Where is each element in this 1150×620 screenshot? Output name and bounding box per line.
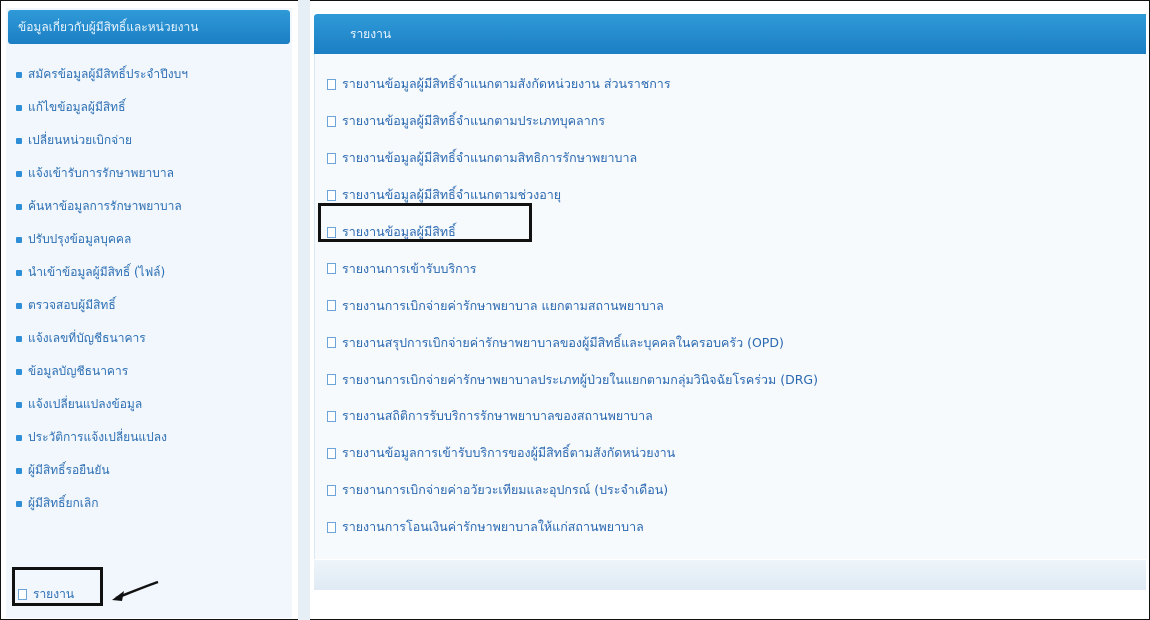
sidebar-item-label: แก้ไขข้อมูลผู้มีสิทธิ์ [28,100,126,114]
report-link[interactable]: รายงานการโอนเงินค่ารักษาพยาบาลให้แก่สถาน… [327,509,818,546]
document-icon [327,300,336,312]
report-link-label: รายงานการเบิกจ่ายค่ารักษาพยาบาลประเภทผู้… [342,371,818,387]
sidebar-item[interactable]: ผู้มีสิทธิ์รอยืนยัน [16,454,188,487]
report-link-label: รายงานการเบิกจ่ายค่ารักษาพยาบาล แยกตามสถ… [342,297,664,313]
sidebar-item[interactable]: ตรวจสอบผู้มีสิทธิ์ [16,289,188,322]
report-panel: รายงาน รายงานข้อมูลผู้มีสิทธิ์จำแนกตามสั… [314,8,1147,608]
sidebar-item-label: แจ้งเลขที่บัญชีธนาคาร [28,331,146,345]
sidebar-item-label: ปรับปรุงข้อมูลบุคคล [28,232,132,246]
bullet-icon [16,236,22,243]
report-panel-header: รายงาน [314,14,1146,54]
sidebar-item-label: สมัครข้อมูลผู้มีสิทธิ์ประจำปีงบฯ [28,67,188,81]
bullet-icon [16,401,22,408]
highlight-box-sidebar [12,567,103,606]
document-icon [327,410,336,422]
sidebar-item-label: แจ้งเข้ารับการรักษาพยาบาล [28,166,174,180]
report-panel-footer [314,560,1146,590]
report-link[interactable]: รายงานสถิติการรับบริการรักษาพยาบาลของสถา… [327,398,818,435]
sidebar-item-label: ตรวจสอบผู้มีสิทธิ์ [28,298,116,312]
pointer-arrow-icon [112,580,159,601]
document-icon [327,189,336,201]
bullet-icon [16,71,22,78]
report-link[interactable]: รายงานข้อมูลผู้มีสิทธิ์จำแนกตามสิทธิการร… [327,140,818,177]
sidebar-item-label: ผู้มีสิทธิ์ยกเลิก [28,496,99,510]
bullet-icon [16,434,22,441]
sidebar-item[interactable]: ค้นหาข้อมูลการรักษาพยาบาล [16,190,188,223]
document-icon [327,521,336,533]
bullet-icon [16,500,22,507]
sidebar-item[interactable]: แจ้งเปลี่ยนแปลงข้อมูล [16,388,188,421]
document-icon [327,115,336,127]
document-icon [327,263,336,275]
sidebar-item[interactable]: ปรับปรุงข้อมูลบุคคล [16,223,188,256]
bullet-icon [16,467,22,474]
report-link[interactable]: รายงานการเบิกจ่ายค่ารักษาพยาบาลประเภทผู้… [327,361,818,398]
sidebar-item[interactable]: ข้อมูลบัญชีธนาคาร [16,355,188,388]
bullet-icon [16,170,22,177]
sidebar-item-label: ข้อมูลบัญชีธนาคาร [28,364,129,378]
report-link-label: รายงานข้อมูลการเข้ารับบริการของผู้มีสิทธ… [342,445,676,461]
sidebar-item[interactable]: เปลี่ยนหน่วยเบิกจ่าย [16,124,188,157]
sidebar-item-label: แจ้งเปลี่ยนแปลงข้อมูล [28,397,143,411]
report-link[interactable]: รายงานการเบิกจ่ายค่าอวัยวะเทียมและอุปกรณ… [327,472,818,509]
sidebar-item[interactable]: แจ้งเลขที่บัญชีธนาคาร [16,322,188,355]
sidebar-item[interactable]: แก้ไขข้อมูลผู้มีสิทธิ์ [16,91,188,124]
report-link[interactable]: รายงานสรุปการเบิกจ่ายค่ารักษาพยาบาลของผู… [327,324,818,361]
report-link-label: รายงานข้อมูลผู้มีสิทธิ์จำแนกตามสังกัดหน่… [342,76,671,92]
bullet-icon [16,335,22,342]
sidebar-item-label: ค้นหาข้อมูลการรักษาพยาบาล [28,199,182,213]
document-icon [327,484,336,496]
report-link[interactable]: รายงานข้อมูลการเข้ารับบริการของผู้มีสิทธ… [327,435,818,472]
bullet-icon [16,203,22,210]
panel-separator [298,0,310,620]
document-icon [327,337,336,349]
sidebar-item-label: ประวัติการแจ้งเปลี่ยนแปลง [28,430,167,444]
sidebar-header: ข้อมูลเกี่ยวกับผู้มีสิทธิ์และหน่วยงาน [8,10,290,44]
sidebar: ข้อมูลเกี่ยวกับผู้มีสิทธิ์และหน่วยงาน สม… [6,8,292,618]
document-icon [327,447,336,459]
sidebar-menu: สมัครข้อมูลผู้มีสิทธิ์ประจำปีงบฯ แก้ไขข้… [16,58,188,520]
report-link-label: รายงานการเข้ารับบริการ [342,260,477,276]
report-link-label: รายงานสถิติการรับบริการรักษาพยาบาลของสถา… [342,408,653,424]
bullet-icon [16,104,22,111]
sidebar-item-label: ผู้มีสิทธิ์รอยืนยัน [28,463,110,477]
report-link[interactable]: รายงานการเข้ารับบริการ [327,250,818,287]
report-link[interactable]: รายงานข้อมูลผู้มีสิทธิ์จำแนกตามประเภทบุค… [327,103,818,140]
report-panel-body: รายงานข้อมูลผู้มีสิทธิ์จำแนกตามสังกัดหน่… [314,54,1147,559]
sidebar-item-label: นำเข้าข้อมูลผู้มีสิทธิ์ (ไฟล์) [28,265,166,279]
highlight-box-report [318,203,532,242]
report-link-label: รายงานข้อมูลผู้มีสิทธิ์จำแนกตามสิทธิการร… [342,150,638,166]
sidebar-item-label: เปลี่ยนหน่วยเบิกจ่าย [28,133,132,147]
report-link-label: รายงานสรุปการเบิกจ่ายค่ารักษาพยาบาลของผู… [342,334,784,350]
report-link[interactable]: รายงานข้อมูลผู้มีสิทธิ์จำแนกตามสังกัดหน่… [327,66,818,103]
bullet-icon [16,302,22,309]
bullet-icon [16,368,22,375]
report-link[interactable]: รายงานการเบิกจ่ายค่ารักษาพยาบาล แยกตามสถ… [327,287,818,324]
bullet-icon [16,137,22,144]
document-icon [327,374,336,386]
document-icon [327,78,336,90]
report-link-label: รายงานการเบิกจ่ายค่าอวัยวะเทียมและอุปกรณ… [342,482,669,498]
report-link-label: รายงานการโอนเงินค่ารักษาพยาบาลให้แก่สถาน… [342,519,644,535]
sidebar-item[interactable]: นำเข้าข้อมูลผู้มีสิทธิ์ (ไฟล์) [16,256,188,289]
sidebar-item[interactable]: ประวัติการแจ้งเปลี่ยนแปลง [16,421,188,454]
sidebar-item[interactable]: สมัครข้อมูลผู้มีสิทธิ์ประจำปีงบฯ [16,58,188,91]
report-link-label: รายงานข้อมูลผู้มีสิทธิ์จำแนกตามประเภทบุค… [342,113,606,129]
report-list: รายงานข้อมูลผู้มีสิทธิ์จำแนกตามสังกัดหน่… [327,66,818,546]
bullet-icon [16,269,22,276]
document-icon [327,152,336,164]
sidebar-item[interactable]: ผู้มีสิทธิ์ยกเลิก [16,487,188,520]
sidebar-item[interactable]: แจ้งเข้ารับการรักษาพยาบาล [16,157,188,190]
